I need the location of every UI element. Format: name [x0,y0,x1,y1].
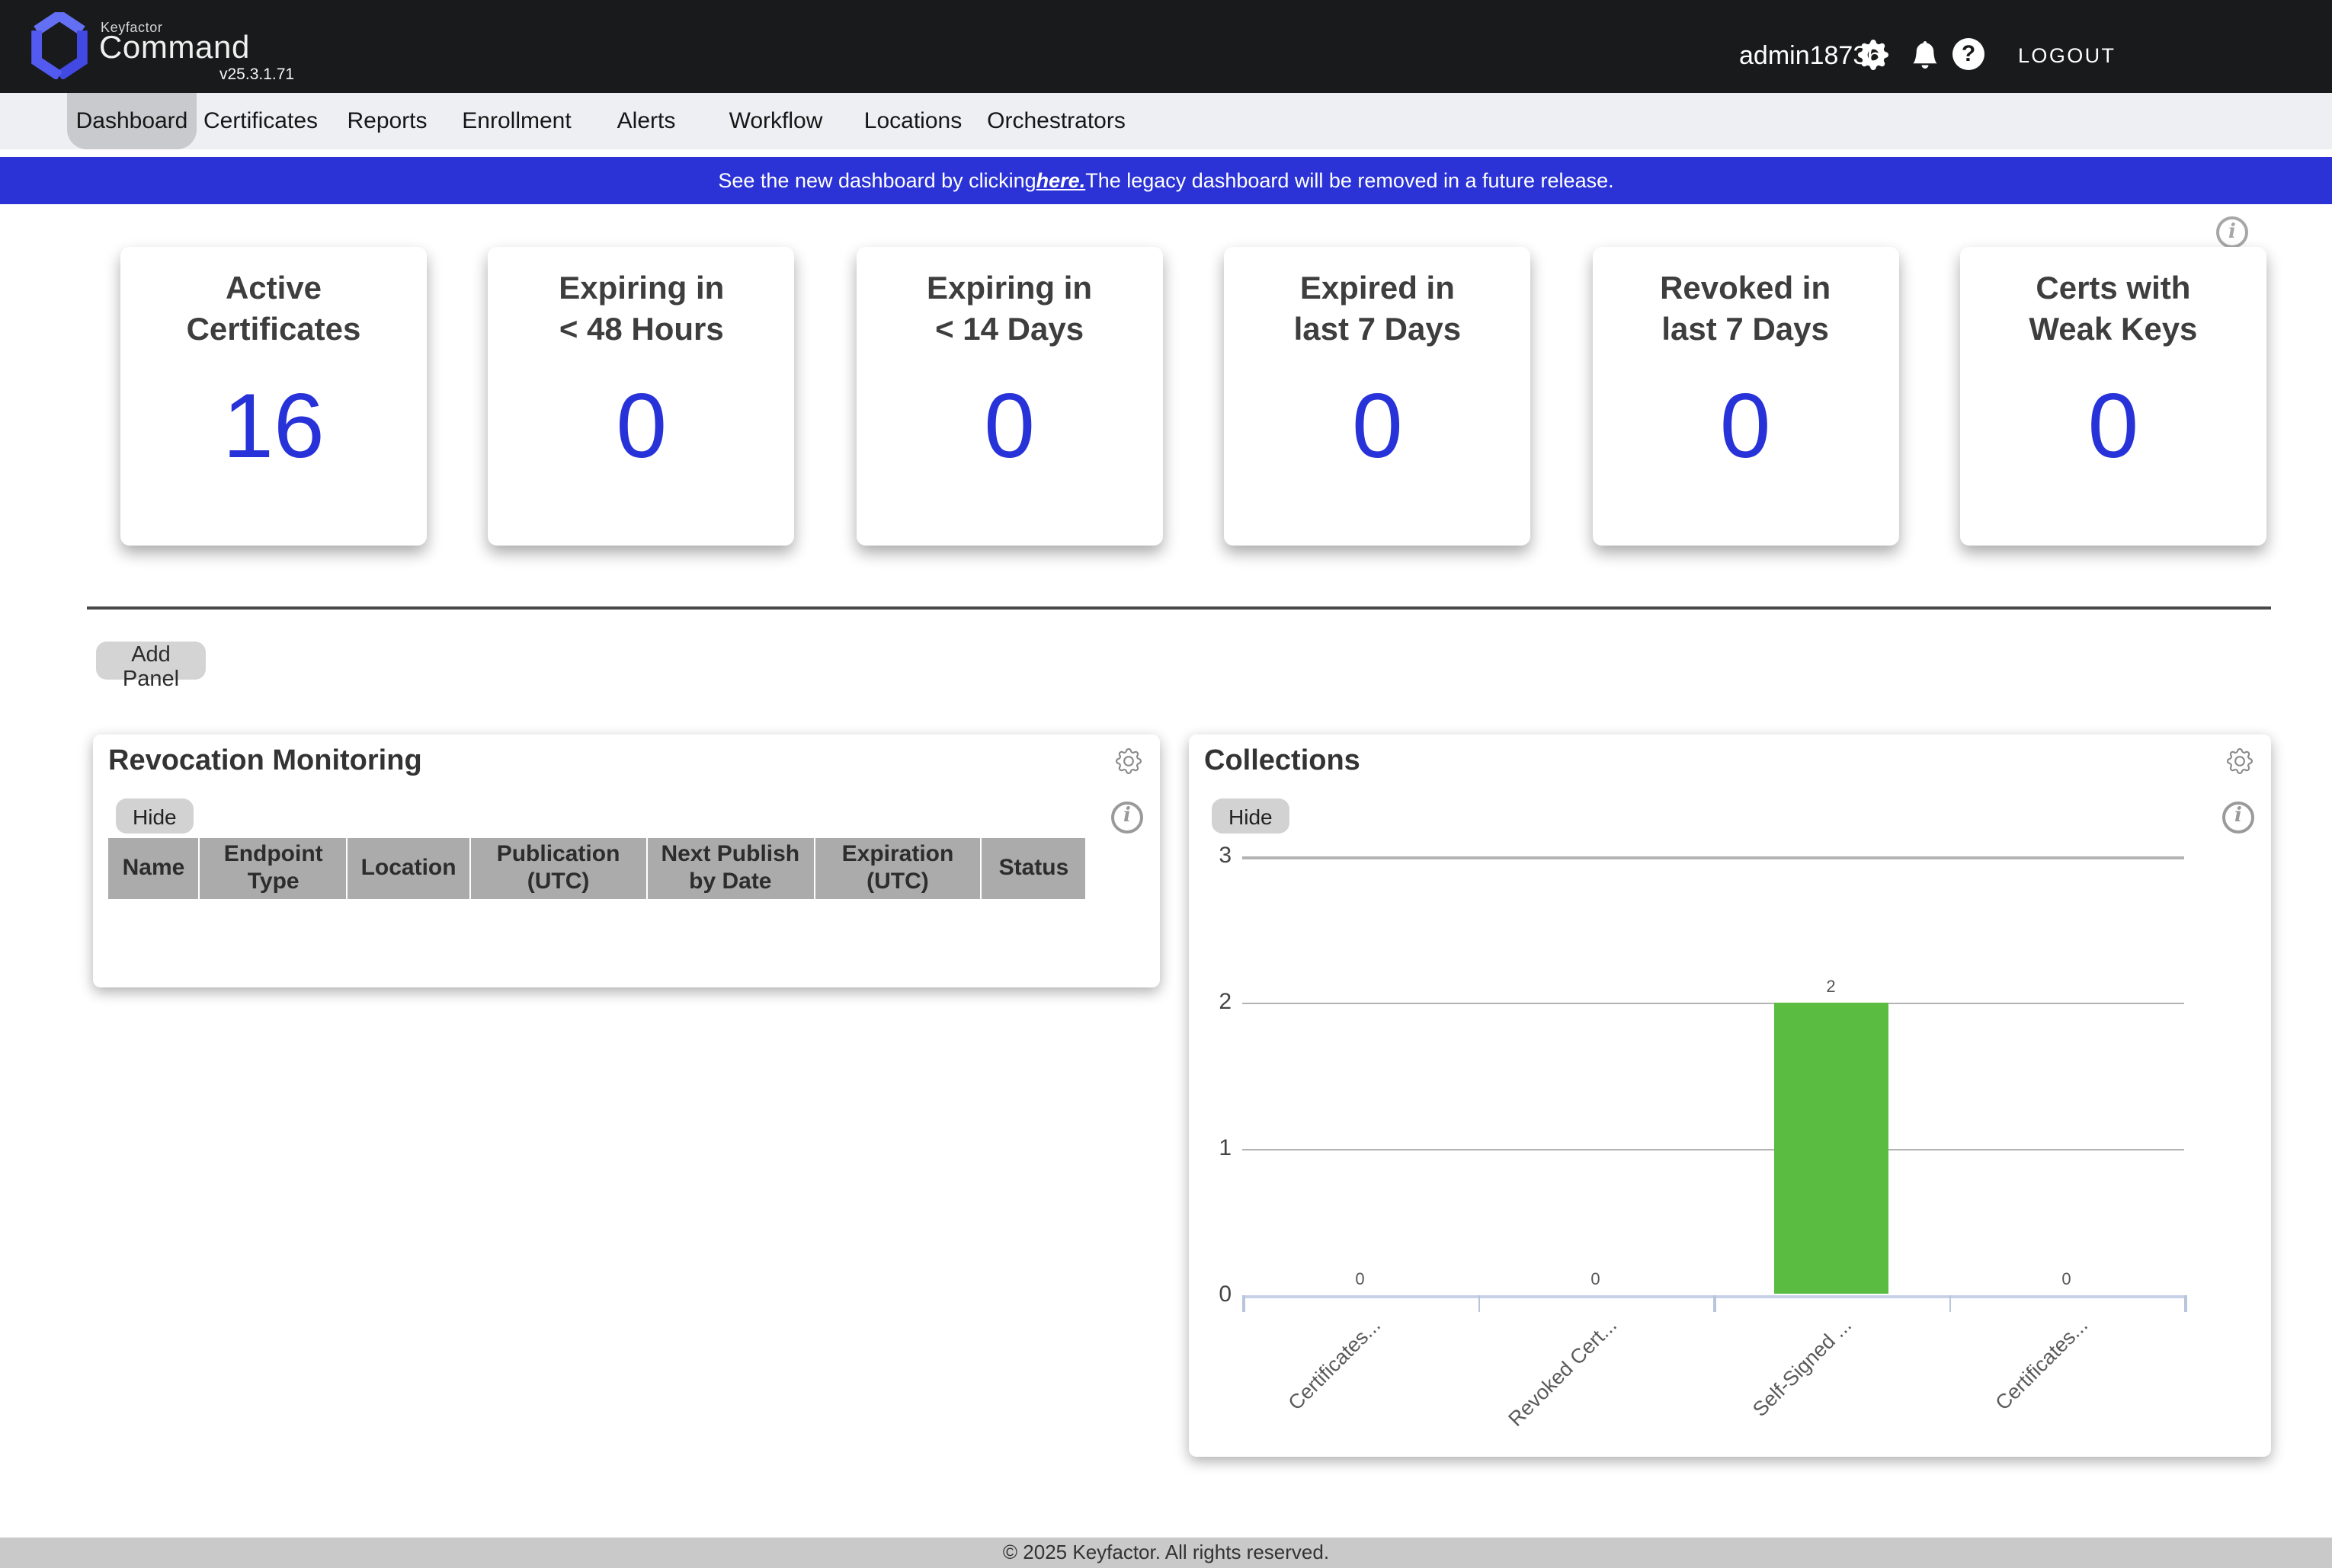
help-icon[interactable]: ? [1952,38,1984,70]
stat-card-value: 0 [489,381,795,472]
chart-axis-tick [1478,1294,1480,1311]
nav-tab-certificates[interactable]: Certificates [197,93,325,149]
stat-cards-row: ActiveCertificates16Expiring in< 48 Hour… [120,247,2266,546]
revocation-column-header: Publication (UTC) [471,838,648,899]
nav-tab-orchestrators[interactable]: Orchestrators [983,93,1129,149]
page-footer: © 2025 Keyfactor. All rights reserved. [0,1538,2332,1568]
dashboard-info-icon[interactable]: i [2216,216,2248,248]
chart-category-label: Certificates... [1219,1313,1385,1480]
nav-tab-locations[interactable]: Locations [843,93,983,149]
revocation-column-header: Location [348,838,470,899]
stat-card-title-line1: Revoked in [1592,270,1898,311]
stat-card-title-line1: Expiring in [489,270,795,311]
stat-card-title-line2: Certificates [120,311,427,352]
chart-gridline [1242,1003,2184,1005]
announcement-banner: See the new dashboard by clicking here. … [0,157,2332,204]
nav-tab-enrollment[interactable]: Enrollment [450,93,584,149]
stat-card-title-line2: < 14 Days [857,311,1163,352]
banner-here-link[interactable]: here. [1036,169,1086,192]
chart-y-tick-label: 2 [1189,989,1232,1015]
nav-tab-workflow[interactable]: Workflow [709,93,843,149]
revocation-info-icon[interactable]: i [1111,802,1143,834]
nav-tab-dashboard[interactable]: Dashboard [67,93,197,149]
revocation-table: NameEndpoint TypeLocationPublication (UT… [108,838,1085,899]
stat-card-title: Expired inlast 7 Days [1224,270,1530,352]
chart-category-label: Certificates... [1925,1313,2092,1480]
stat-card-value: 0 [1592,381,1898,472]
nav-tab-alerts[interactable]: Alerts [584,93,709,149]
stat-card-value: 0 [1960,381,2266,472]
brand-command: Command [99,30,250,67]
banner-text-after: The legacy dashboard will be removed in … [1085,169,1613,192]
stat-card: Expiring in< 48 Hours 0 [489,247,795,546]
stat-card-value: 0 [857,381,1163,472]
stat-card-title-line1: Expired in [1224,270,1530,311]
chart-category-label: Revoked Cert... [1454,1313,1621,1480]
stat-card-title: Revoked inlast 7 Days [1592,270,1898,352]
stat-card-value: 0 [1224,381,1530,472]
revocation-gear-icon[interactable] [1116,748,1142,774]
banner-text-before: See the new dashboard by clicking [718,169,1036,192]
stat-card-title-line2: last 7 Days [1224,311,1530,352]
stat-card: Expired inlast 7 Days 0 [1224,247,1530,546]
stat-card-title: Expiring in< 14 Days [857,270,1163,352]
settings-gear-icon[interactable] [1858,40,1888,70]
chart-value-label: 0 [1550,1270,1642,1288]
stat-card-value: 16 [120,381,427,472]
stat-card-title: ActiveCertificates [120,270,427,352]
logout-button[interactable]: LOGOUT [2018,44,2116,67]
stat-card-title-line1: Expiring in [857,270,1163,311]
revocation-column-header: Expiration (UTC) [815,838,982,899]
stat-card: Revoked inlast 7 Days 0 [1592,247,1898,546]
page: Keyfactor Command v25.3.1.71 admin18736 … [0,0,2332,1568]
stat-card-title-line2: < 48 Hours [489,311,795,352]
section-divider [87,606,2271,610]
chart-bar [1774,1003,1888,1294]
revocation-column-header: Status [982,838,1085,899]
chart-value-label: 0 [1315,1270,1406,1288]
chart-axis-tick [1242,1294,1244,1311]
stat-card-title-line1: Certs with [1960,270,2266,311]
stat-card: Certs withWeak Keys 0 [1960,247,2266,546]
chart-axis-tick [1949,1294,1951,1311]
chart-y-tick-label: 1 [1189,1134,1232,1160]
revocation-panel-title: Revocation Monitoring [108,745,422,779]
revocation-table-header-row: NameEndpoint TypeLocationPublication (UT… [108,838,1085,899]
keyfactor-logo[interactable]: Keyfactor Command v25.3.1.71 [30,11,290,87]
add-panel-button[interactable]: Add Panel [96,642,206,680]
collections-bar-chart: 01230Certificates...0Revoked Cert...2Sel… [1189,734,2271,1457]
revocation-monitoring-panel: Revocation Monitoring Hide i NameEndpoin… [93,734,1160,987]
nav-tab-reports[interactable]: Reports [325,93,450,149]
chart-value-label: 0 [2021,1270,2113,1288]
revocation-column-header: Endpoint Type [200,838,348,899]
stat-card-title-line2: last 7 Days [1592,311,1898,352]
stat-card: Expiring in< 14 Days 0 [857,247,1163,546]
chart-y-tick-label: 3 [1189,843,1232,869]
chart-axis-tick [2184,1294,2186,1311]
stat-card-title: Expiring in< 48 Hours [489,270,795,352]
revocation-column-header: Name [108,838,200,899]
keyfactor-logo-icon [30,12,88,79]
notifications-bell-icon[interactable] [1911,41,1939,69]
version-label: v25.3.1.71 [219,66,294,84]
chart-value-label: 2 [1786,978,1877,997]
stat-card-title-line2: Weak Keys [1960,311,2266,352]
stat-card: ActiveCertificates 16 [120,247,427,546]
copyright-text: © 2025 Keyfactor. All rights reserved. [1003,1541,1329,1563]
app-header: Keyfactor Command v25.3.1.71 admin18736 … [0,0,2332,93]
chart-y-tick-label: 0 [1189,1281,1232,1307]
chart-category-label: Self-Signed ... [1690,1313,1856,1480]
chart-axis-tick [1713,1294,1715,1311]
revocation-hide-button[interactable]: Hide [116,798,194,834]
main-nav: DashboardCertificatesReportsEnrollmentAl… [0,93,2332,149]
collections-panel: Collections Hide i 01230Certificates...0… [1189,734,2271,1457]
chart-gridline [1242,1148,2184,1150]
revocation-column-header: Next Publish by Date [647,838,815,899]
stat-card-title-line1: Active [120,270,427,311]
chart-gridline [1242,856,2184,859]
stat-card-title: Certs withWeak Keys [1960,270,2266,352]
